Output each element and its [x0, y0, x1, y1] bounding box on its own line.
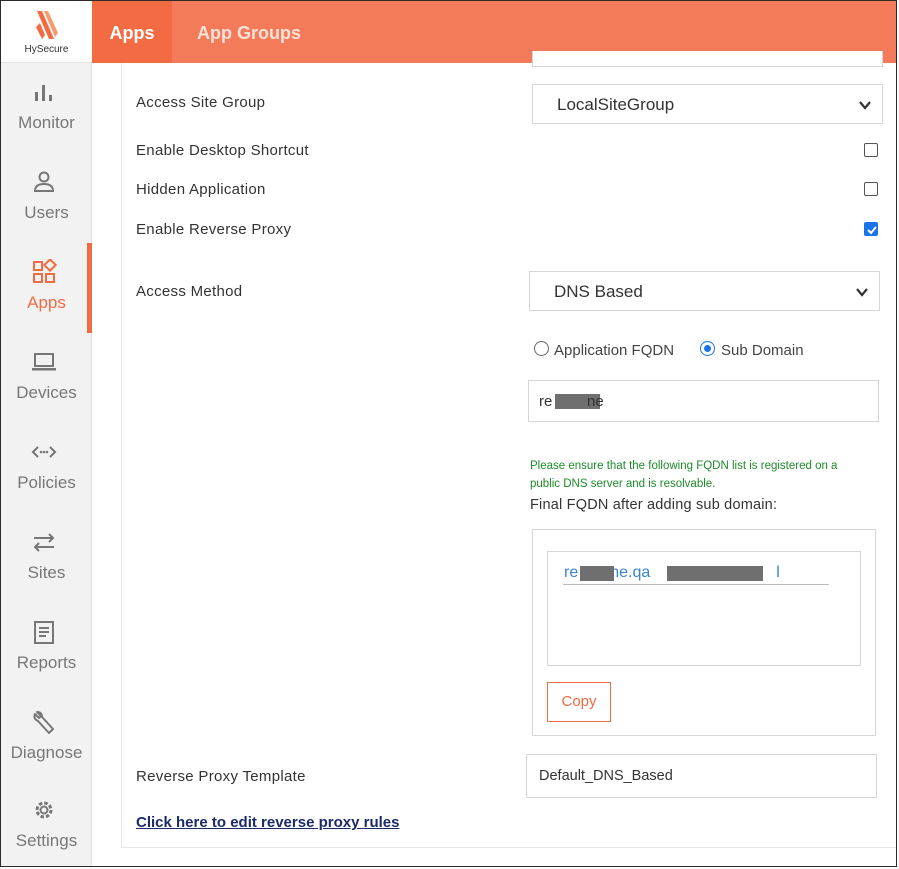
previous-field[interactable]: [532, 51, 883, 67]
tab-app-groups[interactable]: App Groups: [197, 1, 301, 63]
sidebar-item-users[interactable]: Users: [1, 153, 92, 243]
fqdn-part-2: ne.qa: [610, 564, 651, 581]
sidebar-item-label: Policies: [17, 473, 76, 492]
sidebar-item-reports[interactable]: Reports: [1, 603, 92, 693]
apps-grid-icon: [33, 259, 57, 283]
sidebar-item-sites[interactable]: Sites: [1, 513, 92, 603]
reverse-proxy-template-label: Reverse Proxy Template: [136, 768, 306, 785]
sidebar-item-label: Apps: [27, 293, 66, 312]
sidebar-item-label: Diagnose: [10, 743, 83, 762]
hidden-application-label: Hidden Application: [136, 181, 266, 198]
desktop-shortcut-label: Enable Desktop Shortcut: [136, 142, 309, 159]
fqdn-underline: [563, 584, 829, 585]
gear-icon: [35, 801, 53, 819]
fqdn-part-1: re: [564, 564, 579, 581]
swap-arrows-icon: [33, 533, 55, 552]
sub-domain-prefix: re: [539, 393, 553, 410]
brand-logo: HySecure: [1, 1, 92, 63]
copy-button[interactable]: Copy: [547, 682, 611, 722]
fqdn-part-3: l: [776, 564, 780, 581]
reverse-proxy-label: Enable Reverse Proxy: [136, 221, 292, 238]
sidebar-item-monitor[interactable]: Monitor: [1, 63, 92, 153]
document-icon: [34, 621, 54, 644]
active-indicator: [87, 243, 92, 333]
sidebar-item-devices[interactable]: Devices: [1, 333, 92, 423]
sub-domain-suffix: ne: [587, 393, 604, 410]
bar-chart-icon: [35, 85, 52, 101]
sidebar-item-label: Settings: [15, 831, 78, 850]
laptop-icon: [32, 353, 56, 371]
radio-sub-domain-label: Sub Domain: [721, 342, 804, 359]
sidebar-item-label: Reports: [16, 653, 77, 672]
sidebar: HySecure Monitor Users Apps Devices Poli…: [1, 1, 92, 866]
sidebar-item-policies[interactable]: Policies: [1, 423, 92, 513]
sidebar-item-diagnose[interactable]: Diagnose: [1, 693, 92, 783]
access-site-group-label: Access Site Group: [136, 94, 266, 111]
redacted-block: [667, 566, 763, 581]
access-method-label: Access Method: [136, 283, 243, 300]
hysecure-logo-icon: [36, 11, 58, 39]
chevron-down-icon: [859, 101, 871, 110]
chevron-down-icon: [856, 288, 868, 297]
user-icon: [33, 171, 55, 192]
final-fqdn-label: Final FQDN after adding sub domain:: [530, 497, 778, 513]
access-site-group-select[interactable]: LocalSiteGroup: [532, 84, 883, 124]
radio-application-fqdn-label: Application FQDN: [554, 342, 675, 359]
access-site-group-value: LocalSiteGroup: [557, 95, 675, 114]
reverse-proxy-checkbox[interactable]: [864, 222, 878, 236]
desktop-shortcut-checkbox[interactable]: [864, 143, 878, 157]
app-window: HySecure Monitor Users Apps Devices Poli…: [0, 0, 897, 867]
sidebar-item-label: Monitor: [18, 113, 75, 132]
hidden-application-checkbox[interactable]: [864, 182, 878, 196]
radio-sub-domain[interactable]: [700, 341, 715, 356]
access-method-value: DNS Based: [554, 282, 643, 301]
sidebar-item-settings[interactable]: Settings: [1, 781, 92, 866]
sidebar-item-label: Sites: [27, 563, 66, 582]
tab-apps[interactable]: Apps: [92, 1, 172, 63]
checkmark-icon: [867, 226, 877, 235]
redacted-block: [580, 566, 614, 581]
code-arrows-icon: [31, 446, 57, 458]
dns-note: Please ensure that the following FQDN li…: [530, 460, 838, 490]
wrench-icon: [33, 711, 54, 734]
sub-domain-input[interactable]: re ne: [528, 380, 879, 422]
sidebar-item-apps[interactable]: Apps: [1, 243, 92, 333]
sidebar-item-label: Devices: [16, 383, 77, 402]
edit-reverse-proxy-rules-link[interactable]: Click here to edit reverse proxy rules: [136, 814, 399, 831]
brand-name: HySecure: [24, 44, 69, 55]
sidebar-item-label: Users: [24, 203, 69, 222]
reverse-proxy-template-value: Default_DNS_Based: [539, 768, 673, 784]
access-method-select[interactable]: DNS Based: [529, 271, 880, 311]
reverse-proxy-template-input[interactable]: Default_DNS_Based: [526, 754, 877, 798]
radio-application-fqdn[interactable]: [534, 341, 549, 356]
